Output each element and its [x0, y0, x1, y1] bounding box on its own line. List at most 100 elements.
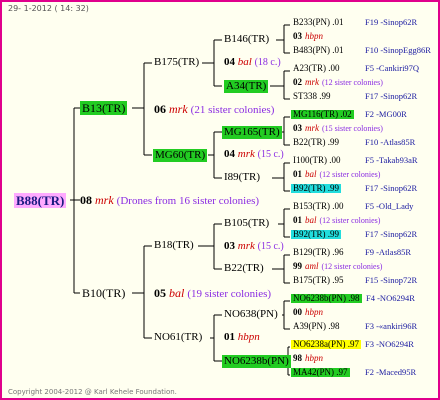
- gen2-lower-b[interactable]: NO61(TR): [154, 332, 202, 343]
- gen4-4-a[interactable]: B153(TR) .00: [291, 202, 346, 211]
- gen4-2-a-info: F2 -MG00R: [365, 109, 407, 119]
- gen3-3-a[interactable]: NO638(PN): [224, 309, 278, 320]
- gen4-1-note: (12 sister colonies): [322, 78, 383, 87]
- gen4-7-a[interactable]: NO6238a(PN) .97: [291, 340, 361, 349]
- root-node[interactable]: B88(TR): [14, 193, 67, 208]
- gen4-6-num: 00: [293, 307, 302, 317]
- gen4-6-b[interactable]: A39(PN) .98: [291, 322, 342, 331]
- gen2-lower-connection: 05 bal (19 sister colonies): [154, 287, 271, 300]
- gen3-3-code: hbpn: [237, 331, 260, 343]
- gen2-lower-code: bal: [169, 286, 185, 300]
- gen4-3-connection: 01 bal (12 sister colonies): [293, 170, 380, 179]
- gen3-0-b[interactable]: A34(TR): [224, 80, 269, 93]
- gen4-4-b[interactable]: B92(TR) .99: [291, 230, 341, 239]
- gen4-2-code: mrk: [305, 123, 319, 133]
- gen4-1-a[interactable]: A23(TR) .00: [291, 64, 342, 73]
- gen4-3-a[interactable]: I100(TR) .00: [291, 156, 343, 165]
- gen4-0-a[interactable]: B233(PN) .01: [291, 18, 346, 27]
- gen4-6-a[interactable]: NO6238b(PN) .98: [291, 294, 362, 303]
- copyright: Copyright 2004-2012 @ Karl Kehele Founda…: [8, 388, 177, 396]
- gen3-2-connection: 03 mrk (15 c.): [224, 241, 284, 252]
- date-stamp: 29- 1-2012 ( 14: 32): [8, 4, 89, 13]
- gen3-1-num: 04: [224, 148, 235, 160]
- gen4-6-a-info: F4 -NO6294R: [366, 293, 415, 303]
- gen2-lower-num: 05: [154, 286, 166, 300]
- gen1-lower-node[interactable]: B10(TR): [82, 287, 125, 299]
- gen4-2-b[interactable]: B22(TR) .99: [291, 138, 341, 147]
- gen4-5-b-info: F15 -Sinop72R: [365, 275, 418, 285]
- gen4-3-note: (12 sister colonies): [319, 170, 381, 179]
- gen3-2-num: 03: [224, 240, 235, 252]
- gen4-7-b[interactable]: MA42(PN) .97: [291, 368, 350, 377]
- gen4-0-a-info: F19 -Sinop62R: [365, 17, 418, 27]
- gen3-0-num: 04: [224, 56, 235, 68]
- gen4-3-a-info: F5 -Takab93aR: [365, 155, 418, 165]
- gen4-1-b[interactable]: ST338 .99: [291, 92, 333, 101]
- gen4-4-b-info: F17 -Sinop62R: [365, 229, 418, 239]
- gen4-1-a-info: F5 -Cankiri97Q: [365, 63, 420, 73]
- gen4-5-code: aml: [305, 261, 319, 271]
- gen2-upper-a[interactable]: B175(TR): [154, 57, 199, 68]
- gen2-upper-note: (21 sister colonies): [190, 104, 275, 116]
- gen4-2-note: (15 sister colonies): [322, 124, 383, 133]
- gen4-0-connection: 03 hbpn: [293, 32, 326, 41]
- gen3-3-num: 01: [224, 331, 235, 343]
- gen2-upper-b[interactable]: MG60(TR): [153, 149, 208, 162]
- gen4-1-num: 02: [293, 77, 302, 87]
- gen3-2-note: (15 c.): [257, 241, 284, 252]
- gen2-lower-note: (19 sister colonies): [187, 288, 272, 300]
- gen3-1-code: mrk: [237, 148, 255, 160]
- gen4-2-b-info: F10 -Atlas85R: [365, 137, 416, 147]
- gen4-4-num: 01: [293, 215, 302, 225]
- gen3-3-connection: 01 hbpn: [224, 332, 260, 343]
- gen4-5-a-info: F9 -Atlas85R: [365, 247, 412, 257]
- gen2-upper-connection: 06 mrk (21 sister colonies): [154, 103, 274, 116]
- gen4-0-code: hbpn: [305, 31, 323, 41]
- gen3-0-code: bal: [237, 56, 252, 68]
- gen4-1-connection: 02 mrk (12 sister colonies): [293, 78, 383, 87]
- gen4-7-connection: 98 hbpn: [293, 354, 326, 363]
- gen4-5-connection: 99 aml (12 sister colonies): [293, 262, 382, 271]
- gen1-connection: 08 mrk (Drones from 16 sister colonies): [80, 194, 259, 207]
- gen4-0-b-info: F10 -SinopEgg86R: [365, 45, 431, 55]
- gen4-0-b[interactable]: B483(PN) .01: [291, 46, 346, 55]
- gen4-3-b[interactable]: B92(TR) .99: [291, 184, 341, 193]
- gen1-code: mrk: [95, 193, 114, 207]
- gen2-lower-a[interactable]: B18(TR): [154, 240, 194, 251]
- gen4-5-num: 99: [293, 261, 302, 271]
- gen3-0-connection: 04 bal (18 c.): [224, 57, 281, 68]
- gen3-1-b[interactable]: I89(TR): [224, 172, 260, 183]
- gen2-upper-num: 06: [154, 102, 166, 116]
- gen4-2-a[interactable]: MG116(TR) .02: [291, 110, 354, 119]
- gen2-upper-code: mrk: [169, 102, 188, 116]
- gen4-5-a[interactable]: B129(TR) .96: [291, 248, 346, 257]
- gen4-3-num: 01: [293, 169, 302, 179]
- gen4-6-connection: 00 hbpn: [293, 308, 326, 317]
- gen3-2-code: mrk: [237, 240, 255, 252]
- gen4-4-code: bal: [305, 215, 317, 225]
- gen4-6-b-info: F3 -«ankiri96R: [365, 321, 418, 331]
- gen4-5-b[interactable]: B175(TR) .95: [291, 276, 346, 285]
- gen3-0-a[interactable]: B146(TR): [224, 34, 269, 45]
- gen3-1-a[interactable]: MG165(TR): [222, 126, 282, 139]
- gen4-2-num: 03: [293, 123, 302, 133]
- gen4-0-num: 03: [293, 31, 302, 41]
- gen4-1-code: mrk: [305, 77, 319, 87]
- gen4-4-a-info: F5 -Old_Lady: [365, 201, 414, 211]
- gen4-3-b-info: F17 -Sinop62R: [365, 183, 418, 193]
- gen4-4-connection: 01 bal (12 sister colonies): [293, 216, 380, 225]
- gen4-7-b-info: F2 -Maced95R: [365, 367, 417, 377]
- gen4-6-code: hbpn: [305, 307, 323, 317]
- gen3-2-b[interactable]: B22(TR): [224, 263, 264, 274]
- gen4-7-a-info: F3 -NO6294R: [365, 339, 414, 349]
- gen1-upper-node[interactable]: B13(TR): [80, 101, 128, 115]
- gen3-1-connection: 04 mrk (15 c.): [224, 149, 284, 160]
- gen3-2-a[interactable]: B105(TR): [224, 218, 269, 229]
- gen4-7-num: 98: [293, 353, 302, 363]
- gen4-5-note: (12 sister colonies): [321, 262, 383, 271]
- gen4-1-b-info: F17 -Sinop62R: [365, 91, 418, 101]
- gen4-3-code: bal: [305, 169, 317, 179]
- gen3-3-b[interactable]: NO6238b(PN): [222, 355, 291, 368]
- gen1-note: (Drones from 16 sister colonies): [116, 195, 260, 207]
- gen3-0-note: (18 c.): [254, 57, 281, 68]
